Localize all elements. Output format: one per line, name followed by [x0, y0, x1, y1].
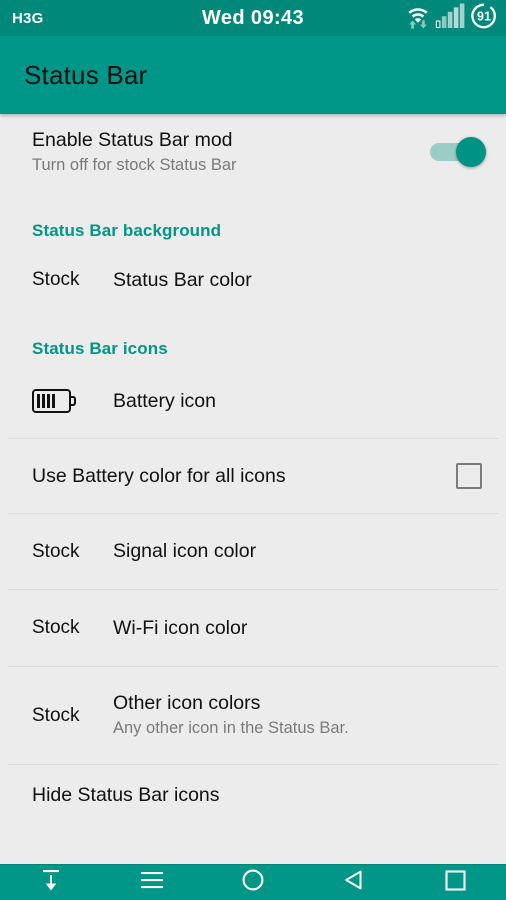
battery-circle-icon: 91 — [470, 2, 498, 35]
circle-icon — [242, 869, 264, 896]
enable-status-bar-mod-switch[interactable] — [430, 137, 486, 167]
switch-thumb — [456, 137, 486, 167]
hamburger-menu-icon — [140, 871, 164, 894]
recents-button[interactable] — [426, 865, 484, 900]
square-icon — [445, 869, 466, 896]
section-header-status-bar-icons: Status Bar icons — [32, 339, 168, 358]
section-header-status-bar-background: Status Bar background — [32, 221, 222, 240]
preference-use-battery-color-for-all-icons[interactable]: Use Battery color for all icons — [0, 439, 506, 513]
home-button[interactable] — [224, 865, 282, 900]
hide-navbar-button[interactable] — [22, 865, 80, 900]
preference-title: Wi-Fi icon color — [113, 616, 248, 639]
wifi-with-data-arrows-icon — [406, 3, 430, 34]
preference-summary: Turn off for stock Status Bar — [32, 155, 237, 174]
preference-summary: Any other icon in the Status Bar. — [113, 719, 349, 738]
battery-icon — [32, 389, 76, 413]
preference-title: Status Bar color — [113, 268, 252, 291]
preference-other-icon-colors[interactable]: Stock Other icon colors Any other icon i… — [0, 667, 506, 764]
back-button[interactable] — [325, 865, 383, 900]
navigation-bar — [0, 864, 506, 900]
status-bar-icons: 91 — [406, 2, 498, 35]
app-bar: Status Bar — [0, 36, 506, 114]
arrow-down-with-bar-icon — [40, 868, 62, 897]
battery-percent-label: 91 — [477, 9, 491, 23]
preference-value: Stock — [32, 540, 80, 562]
preference-value: Stock — [32, 704, 80, 726]
page-title: Status Bar — [24, 59, 148, 90]
preference-hide-status-bar-icons[interactable]: Hide Status Bar icons — [0, 765, 506, 825]
use-battery-color-checkbox[interactable] — [456, 463, 482, 489]
preference-title: Signal icon color — [113, 540, 257, 563]
preferences-list[interactable]: Enable Status Bar mod Turn off for stock… — [0, 114, 506, 864]
preference-status-bar-color[interactable]: Stock Status Bar color — [0, 253, 506, 307]
preference-value: Stock — [32, 269, 80, 290]
preference-title: Other icon colors — [113, 692, 261, 715]
carrier-label: H3G — [12, 9, 44, 27]
preference-value: Stock — [32, 617, 80, 638]
triangle-left-icon — [343, 869, 365, 896]
cellular-signal-icon — [435, 3, 465, 34]
preference-title: Battery icon — [113, 389, 216, 412]
preference-title: Use Battery color for all icons — [32, 464, 286, 487]
preference-title: Enable Status Bar mod — [32, 128, 233, 151]
system-status-bar: H3G Wed 09:43 91 — [0, 0, 506, 36]
preference-title: Hide Status Bar icons — [32, 783, 220, 806]
preference-battery-icon[interactable]: Battery icon — [0, 373, 506, 429]
preference-wifi-icon-color[interactable]: Stock Wi-Fi icon color — [0, 590, 506, 666]
preference-signal-icon-color[interactable]: Stock Signal icon color — [0, 514, 506, 589]
menu-button[interactable] — [123, 865, 181, 900]
preference-enable-status-bar-mod[interactable]: Enable Status Bar mod Turn off for stock… — [0, 114, 506, 190]
